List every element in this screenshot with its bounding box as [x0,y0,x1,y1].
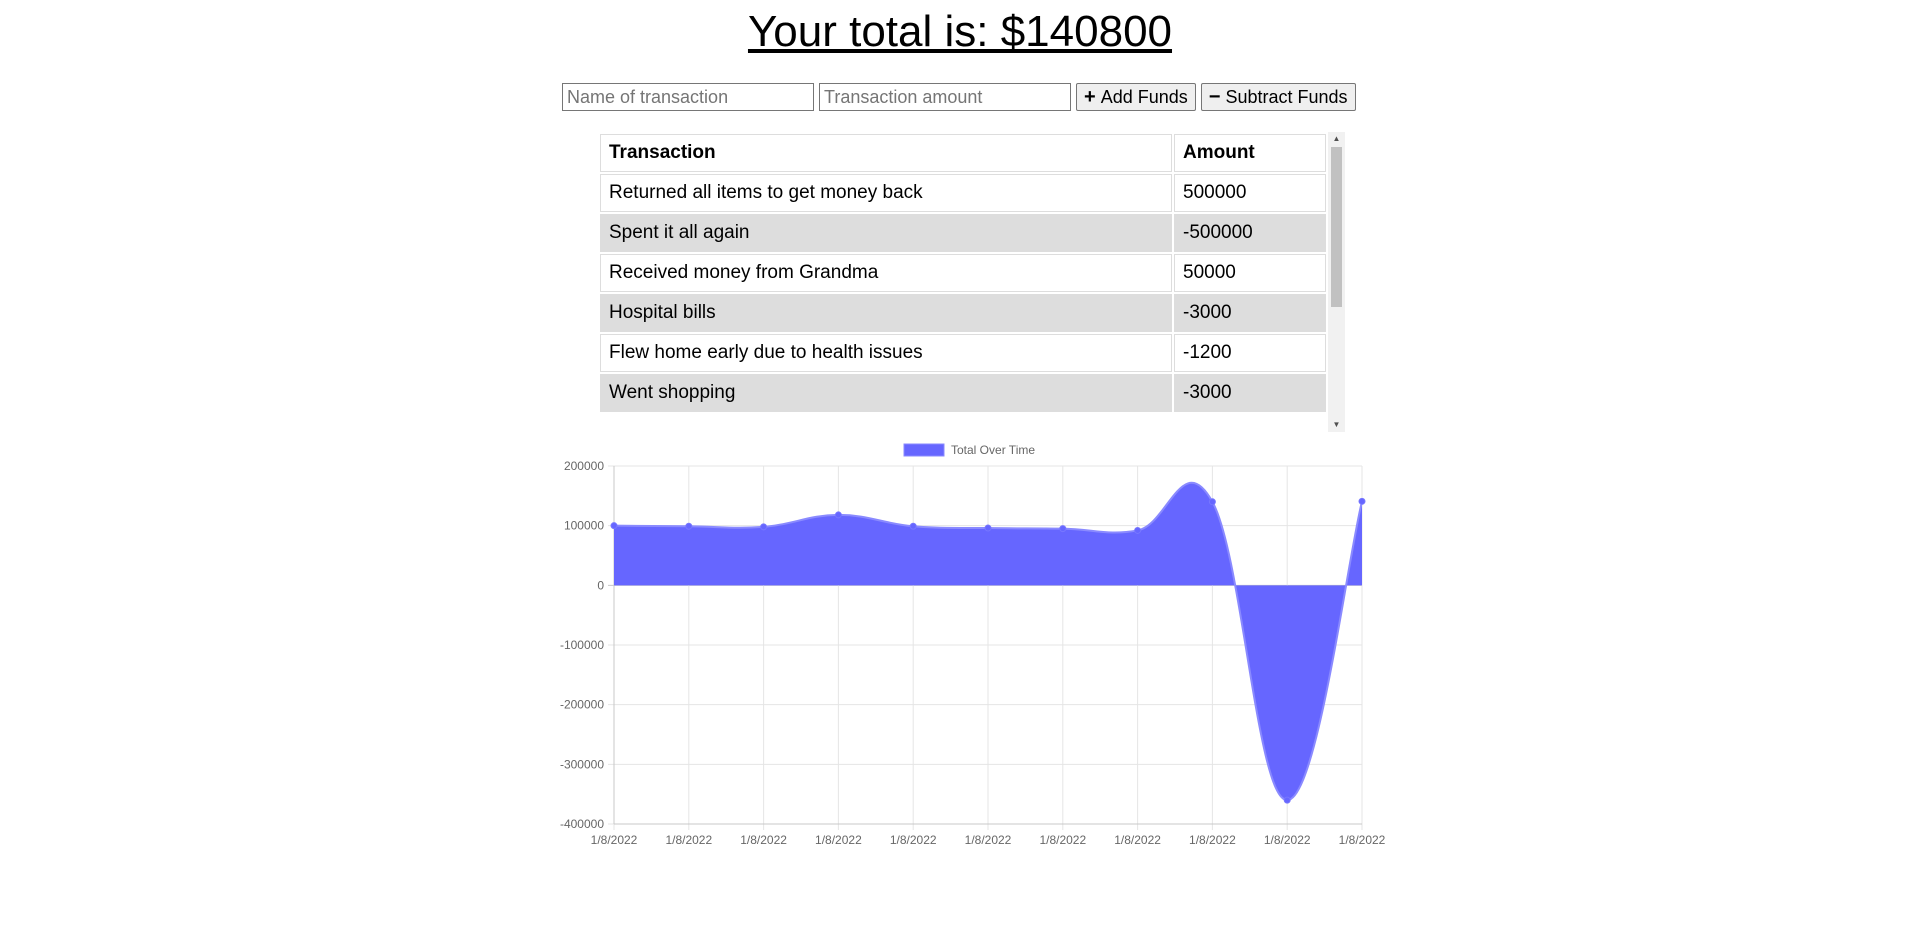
y-tick-label: 200000 [564,459,604,473]
legend-swatch [903,443,945,457]
transaction-amount: -3000 [1174,294,1326,332]
subtract-funds-button[interactable]: − Subtract Funds [1200,83,1356,111]
header-transaction: Transaction [600,134,1172,172]
page-title: Your total is: $140800 [747,7,1173,56]
transaction-name-input[interactable] [562,83,814,111]
y-tick-label: -300000 [560,757,604,771]
scroll-thumb[interactable] [1331,147,1342,307]
transaction-form: + Add Funds − Subtract Funds [562,83,1356,111]
total-chart: 200000 100000 0 -100000 -200000 -300000 -40000… [552,436,1398,852]
transaction-amount: -3000 [1174,374,1326,412]
table-row: Spent it all again -500000 [600,214,1326,252]
data-point [1134,526,1142,534]
scroll-up-icon[interactable]: ▲ [1328,132,1345,146]
x-tick-label: 1/8/2022 [591,833,638,847]
y-tick-label: 0 [597,578,604,592]
plus-icon: + [1084,86,1096,108]
transaction-amount-input[interactable] [819,83,1071,111]
data-point [1059,525,1067,533]
add-funds-button[interactable]: + Add Funds [1076,83,1196,111]
transaction-amount: -1200 [1174,334,1326,372]
subtract-funds-label: Subtract Funds [1225,86,1348,107]
data-point [909,522,917,530]
x-tick-label: 1/8/2022 [665,833,712,847]
chart-svg: 200000 100000 0 -100000 -200000 -300000 -40000… [560,443,1386,847]
transaction-name: Returned all items to get money back [600,174,1172,212]
x-tick-label: 1/8/2022 [965,833,1012,847]
x-tick-label: 1/8/2022 [890,833,937,847]
transaction-name: Flew home early due to health issues [600,334,1172,372]
y-tick-label: -100000 [560,638,604,652]
transaction-name: Spent it all again [600,214,1172,252]
data-point [1358,497,1366,505]
x-tick-label: 1/8/2022 [1339,833,1386,847]
transactions-table-container[interactable]: Transaction Amount Returned all items to… [598,132,1345,432]
transaction-amount: -500000 [1174,214,1326,252]
data-point [1283,796,1291,804]
budget-page: Your total is: $140800 + Add Funds − Sub… [0,0,1920,929]
x-tick-label: 1/8/2022 [1039,833,1086,847]
x-tick-label: 1/8/2022 [815,833,862,847]
transaction-name: Went shopping [600,374,1172,412]
x-tick-label: 1/8/2022 [1114,833,1161,847]
transaction-name: Received money from Grandma [600,254,1172,292]
data-point [610,522,618,530]
data-point [760,523,768,531]
transaction-amount: 50000 [1174,254,1326,292]
data-point [984,524,992,532]
table-row: Went shopping -3000 [600,374,1326,412]
table-row: Hospital bills -3000 [600,294,1326,332]
table-scrollbar[interactable]: ▲ ▼ [1328,132,1345,432]
scroll-down-icon[interactable]: ▼ [1328,418,1345,432]
y-tick-label: -200000 [560,698,604,712]
data-point [1208,498,1216,506]
y-tick-label: 100000 [564,519,604,533]
table-row: Received money from Grandma 50000 [600,254,1326,292]
x-tick-label: 1/8/2022 [740,833,787,847]
table-row: Returned all items to get money back 500… [600,174,1326,212]
x-tick-label: 1/8/2022 [1264,833,1311,847]
minus-icon: − [1208,86,1221,108]
transaction-name: Hospital bills [600,294,1172,332]
add-funds-label: Add Funds [1100,86,1188,107]
data-point [685,522,693,530]
transactions-table: Transaction Amount Returned all items to… [598,132,1328,414]
y-tick-label: -400000 [560,817,604,831]
table-header-row: Transaction Amount [600,134,1326,172]
header-amount: Amount [1174,134,1326,172]
x-tick-label: 1/8/2022 [1189,833,1236,847]
legend-label: Total Over Time [951,443,1035,457]
transaction-amount: 500000 [1174,174,1326,212]
table-row: Flew home early due to health issues -12… [600,334,1326,372]
data-point [834,511,842,519]
